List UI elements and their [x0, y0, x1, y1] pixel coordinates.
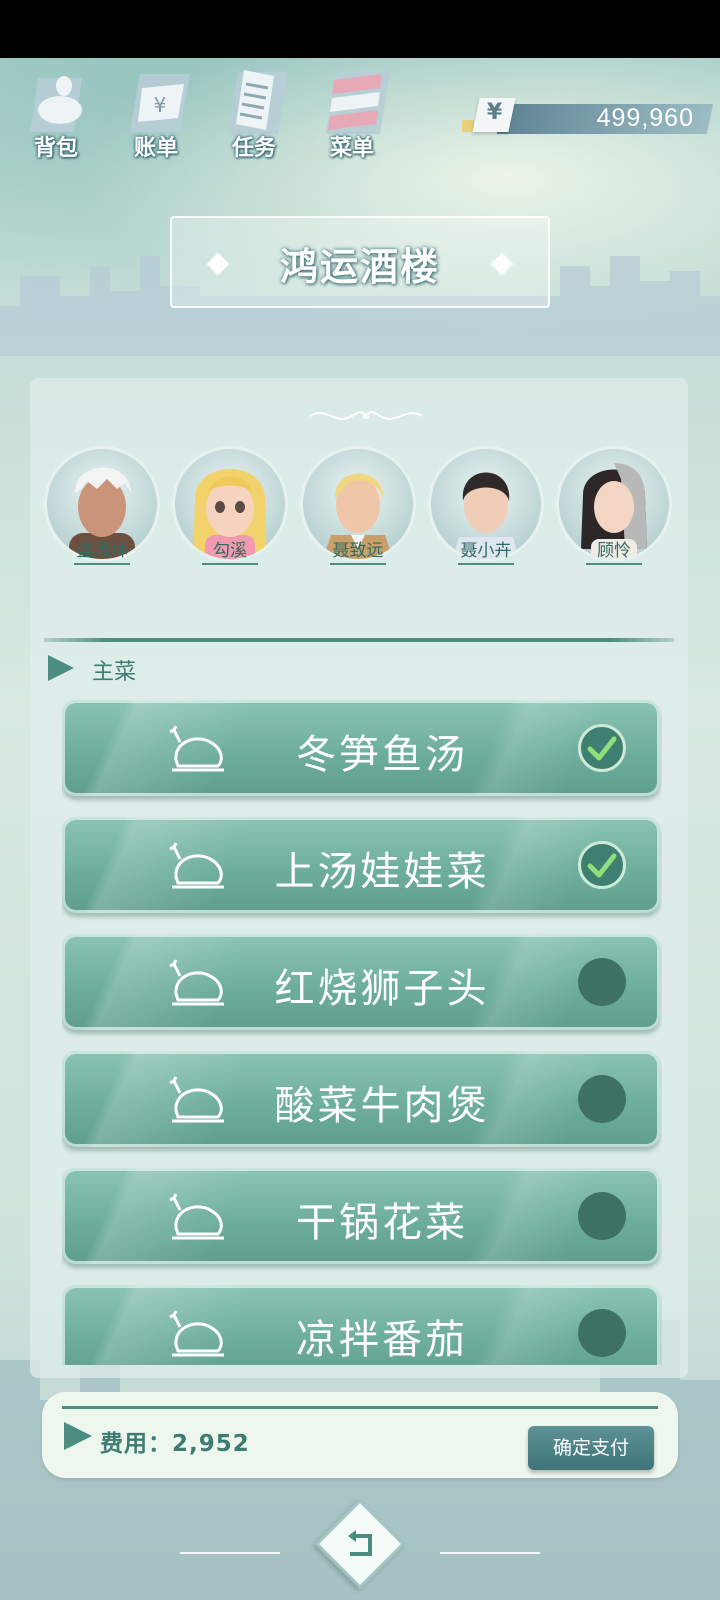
- dish-name: 上汤娃娃菜: [274, 849, 490, 895]
- check-icon: [587, 853, 617, 878]
- bag-icon: [30, 76, 82, 132]
- dish-row[interactable]: 红烧狮子头: [62, 934, 660, 1030]
- menu-label: 菜单: [329, 136, 374, 161]
- bill-label: 账单: [133, 136, 178, 161]
- confirm-payment-button[interactable]: 确定支付: [528, 1426, 654, 1470]
- return-arrow-icon: [348, 1530, 372, 1556]
- svg-text:¥: ¥: [154, 93, 167, 117]
- guest-name-4: 聂小卉: [428, 536, 544, 565]
- dish-row[interactable]: 干锅花菜: [62, 1168, 660, 1264]
- unselected-toggle[interactable]: [578, 1075, 626, 1123]
- bill-icon: ¥: [130, 74, 190, 132]
- backpack-label: 背包: [33, 136, 78, 161]
- task-button[interactable]: 任务: [208, 66, 300, 162]
- backpack-button[interactable]: 背包: [10, 66, 102, 162]
- guest-name-2: 勾溪: [172, 536, 288, 565]
- triangle-marker-icon: [48, 655, 74, 681]
- menu-button[interactable]: 菜单: [306, 66, 398, 162]
- unselected-toggle[interactable]: [578, 1192, 626, 1240]
- dish-row[interactable]: 上汤娃娃菜: [62, 817, 660, 913]
- decorative-line-left: [180, 1552, 280, 1554]
- guest-name-5: 顾怜: [556, 536, 672, 565]
- money-display: ¥ 499,960: [460, 98, 714, 138]
- section-divider: [44, 638, 674, 642]
- scroll-ornament-icon: [309, 411, 423, 420]
- payment-divider: [62, 1406, 658, 1409]
- dish-name: 冬笋鱼汤: [296, 732, 468, 778]
- payment-bar: 费用：2,952 确定支付: [42, 1392, 678, 1478]
- dish-name: 干锅花菜: [296, 1200, 468, 1246]
- selected-check[interactable]: [578, 724, 626, 772]
- money-value: 499,960: [596, 104, 694, 132]
- dish-row[interactable]: 酸菜牛肉煲: [62, 1051, 660, 1147]
- dish-name: 酸菜牛肉煲: [274, 1083, 490, 1129]
- restaurant-title-plate: 鸿运酒楼: [170, 216, 550, 308]
- status-bar: [0, 0, 720, 58]
- check-icon: [587, 736, 617, 761]
- dish-list[interactable]: 冬笋鱼汤 上汤娃娃菜 红烧狮子头 酸菜牛肉煲 干锅花菜 凉拌番茄: [62, 700, 662, 1365]
- menu-icon: [326, 72, 390, 134]
- yen-symbol: ¥: [486, 100, 503, 125]
- dish-name: 红烧狮子头: [274, 966, 490, 1012]
- cost-label: 费用：2,952: [100, 1431, 250, 1457]
- unselected-toggle[interactable]: [578, 1309, 626, 1357]
- decorative-line-right: [440, 1552, 540, 1554]
- guest-name-3: 聂致远: [300, 536, 416, 565]
- triangle-marker-icon: [64, 1422, 92, 1450]
- yen-icon: ¥: [472, 98, 516, 132]
- task-label: 任务: [231, 136, 276, 161]
- dish-row[interactable]: 凉拌番茄: [62, 1285, 660, 1365]
- bill-button[interactable]: ¥ 账单: [110, 66, 202, 162]
- unselected-toggle[interactable]: [578, 958, 626, 1006]
- task-icon: [228, 70, 288, 134]
- dish-name: 凉拌番茄: [296, 1317, 468, 1363]
- section-label: 主菜: [92, 660, 137, 685]
- guest-name-1: 盛满林: [44, 536, 160, 565]
- selected-check[interactable]: [578, 841, 626, 889]
- dish-row[interactable]: 冬笋鱼汤: [62, 700, 660, 796]
